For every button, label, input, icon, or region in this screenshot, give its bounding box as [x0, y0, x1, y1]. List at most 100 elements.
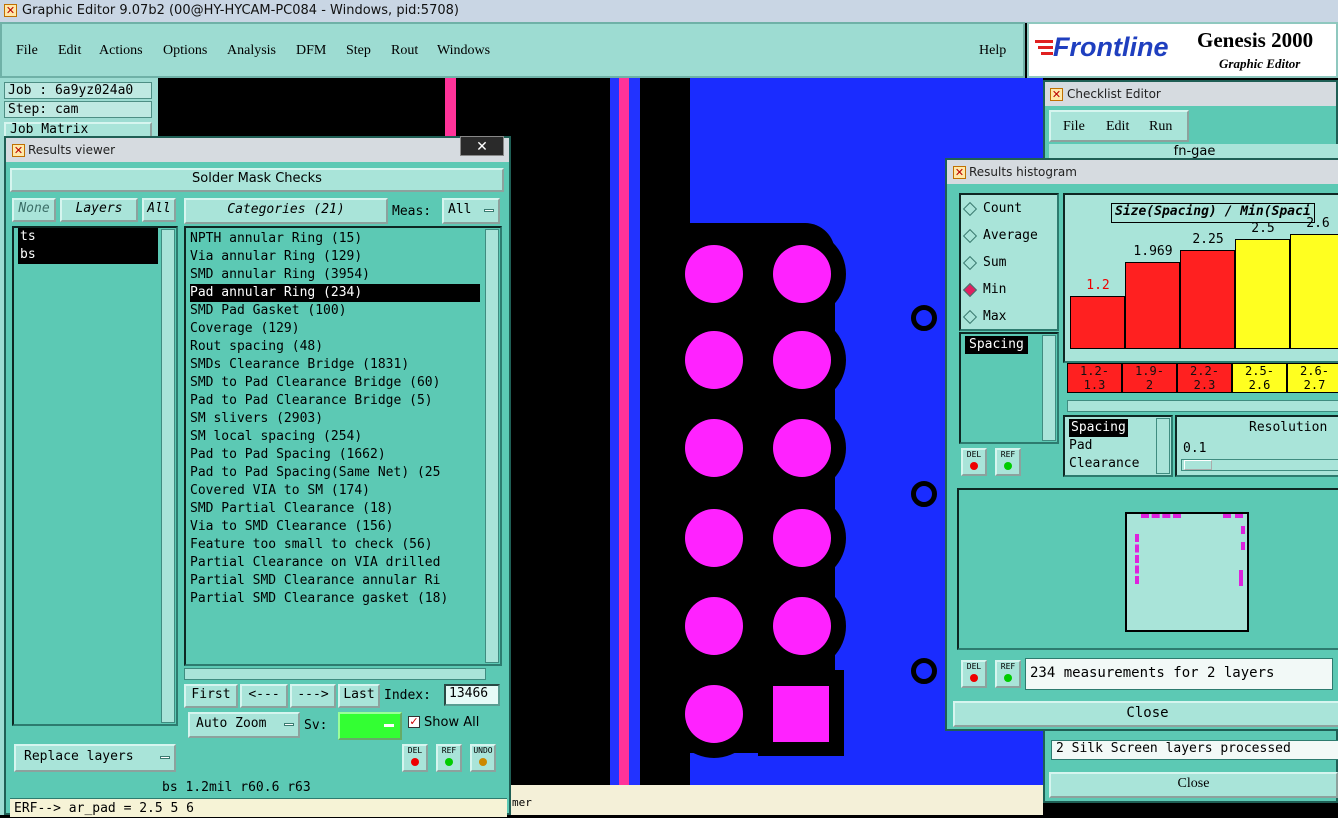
- pad[interactable]: [685, 597, 743, 655]
- option-average[interactable]: Average: [962, 228, 1038, 243]
- check-set-heading[interactable]: Solder Mask Checks: [10, 168, 504, 192]
- menu-dfm[interactable]: DFM: [296, 43, 326, 59]
- checklist-menu-file[interactable]: File: [1063, 119, 1085, 135]
- pad[interactable]: [685, 509, 743, 567]
- attribute-scrollbar-2[interactable]: [1156, 418, 1170, 474]
- menu-options[interactable]: Options: [163, 43, 207, 59]
- histogram-bar[interactable]: [1290, 234, 1338, 349]
- attribute-list[interactable]: Spacing: [959, 332, 1059, 444]
- menu-step[interactable]: Step: [346, 43, 371, 59]
- categories-scrollbar[interactable]: [485, 229, 499, 663]
- option-max[interactable]: Max: [962, 309, 1006, 324]
- layer-item-bs[interactable]: bs: [18, 246, 158, 264]
- del-button[interactable]: DEL: [402, 744, 428, 772]
- layer-item-ts[interactable]: ts: [18, 228, 158, 246]
- pad[interactable]: [773, 509, 831, 567]
- attribute-item[interactable]: Pad: [1069, 437, 1092, 455]
- meas-select[interactable]: All: [442, 198, 500, 224]
- category-item[interactable]: Rout spacing (48): [190, 338, 480, 356]
- pad[interactable]: [685, 245, 743, 303]
- category-item[interactable]: Via annular Ring (129): [190, 248, 480, 266]
- categories-list[interactable]: NPTH annular Ring (15) Via annular Ring (…: [184, 226, 502, 666]
- category-item[interactable]: SMD annular Ring (3954): [190, 266, 480, 284]
- menu-file[interactable]: File: [16, 43, 38, 59]
- attribute-item[interactable]: Clearance: [1069, 455, 1139, 473]
- square-pad[interactable]: [773, 686, 829, 742]
- category-item[interactable]: Pad to Pad Spacing(Same Net) (25: [190, 464, 480, 482]
- ref-button[interactable]: REF: [995, 660, 1021, 688]
- category-item[interactable]: Partial SMD Clearance gasket (18): [190, 590, 480, 608]
- pad[interactable]: [773, 331, 831, 389]
- none-button[interactable]: None: [12, 198, 56, 222]
- category-item[interactable]: Partial Clearance on VIA drilled: [190, 554, 480, 572]
- category-item[interactable]: Via to SMD Clearance (156): [190, 518, 480, 536]
- pad[interactable]: [773, 419, 831, 477]
- pad[interactable]: [773, 245, 831, 303]
- pad[interactable]: [685, 419, 743, 477]
- last-button[interactable]: Last: [338, 684, 380, 708]
- ref-button[interactable]: REF: [995, 448, 1021, 476]
- category-item[interactable]: SM slivers (2903): [190, 410, 480, 428]
- layer-list[interactable]: ts bs: [12, 226, 178, 726]
- attribute-item[interactable]: Spacing: [1069, 419, 1128, 437]
- category-item[interactable]: Coverage (129): [190, 320, 480, 338]
- category-item[interactable]: NPTH annular Ring (15): [190, 230, 480, 248]
- resolution-slider-thumb[interactable]: [1184, 460, 1212, 470]
- chart-scrollbar[interactable]: [1067, 400, 1338, 412]
- ref-button[interactable]: REF: [436, 744, 462, 772]
- checklist-menu-run[interactable]: Run: [1149, 119, 1172, 135]
- first-button[interactable]: First: [184, 684, 238, 708]
- pad[interactable]: [685, 685, 743, 743]
- category-item[interactable]: Partial SMD Clearance annular Ri: [190, 572, 480, 590]
- bin-label-start: 1.2-: [1080, 364, 1109, 378]
- del-button[interactable]: DEL: [961, 660, 987, 688]
- menu-actions[interactable]: Actions: [99, 43, 143, 59]
- next-button[interactable]: --->: [290, 684, 336, 708]
- checklist-menu-edit[interactable]: Edit: [1106, 119, 1129, 135]
- attribute-list-2[interactable]: Spacing Pad Clearance: [1063, 415, 1173, 477]
- auto-zoom-select[interactable]: Auto Zoom: [188, 712, 300, 738]
- categories-hscroll[interactable]: [184, 668, 486, 680]
- option-sum[interactable]: Sum: [962, 255, 1006, 270]
- category-item[interactable]: Covered VIA to SM (174): [190, 482, 480, 500]
- resolution-slider[interactable]: [1181, 459, 1338, 471]
- index-input[interactable]: 13466: [444, 684, 500, 706]
- pad[interactable]: [685, 331, 743, 389]
- all-layers-button[interactable]: All: [142, 198, 176, 222]
- menu-analysis[interactable]: Analysis: [227, 43, 276, 59]
- replace-layers-select[interactable]: Replace layers: [14, 744, 176, 772]
- histogram-bar[interactable]: [1070, 296, 1125, 349]
- pad[interactable]: [773, 597, 831, 655]
- sv-color-select[interactable]: [338, 712, 402, 740]
- histogram-close-button[interactable]: Close: [953, 701, 1338, 727]
- category-item[interactable]: SMDs Clearance Bridge (1831): [190, 356, 480, 374]
- category-item[interactable]: SMD Partial Clearance (18): [190, 500, 480, 518]
- checklist-close-button[interactable]: Close: [1049, 772, 1338, 798]
- del-button[interactable]: DEL: [961, 448, 987, 476]
- menu-help[interactable]: Help: [979, 43, 1006, 59]
- close-icon[interactable]: ✕: [460, 136, 504, 156]
- categories-button[interactable]: Categories (21): [184, 198, 388, 224]
- category-item[interactable]: SM local spacing (254): [190, 428, 480, 446]
- histogram-bar[interactable]: [1180, 250, 1235, 349]
- category-item[interactable]: SMD Pad Gasket (100): [190, 302, 480, 320]
- menu-edit[interactable]: Edit: [58, 43, 81, 59]
- layer-list-scrollbar[interactable]: [161, 229, 175, 723]
- prev-button[interactable]: <---: [240, 684, 288, 708]
- histogram-bar[interactable]: [1235, 239, 1290, 349]
- layers-button[interactable]: Layers: [60, 198, 138, 222]
- show-all-checkbox[interactable]: ✓: [408, 716, 420, 728]
- attribute-item[interactable]: Spacing: [965, 336, 1028, 354]
- category-item[interactable]: SMD to Pad Clearance Bridge (60): [190, 374, 480, 392]
- menu-rout[interactable]: Rout: [391, 43, 418, 59]
- histogram-bar[interactable]: [1125, 262, 1180, 349]
- option-min[interactable]: Min: [962, 282, 1006, 297]
- attribute-scrollbar[interactable]: [1042, 335, 1056, 441]
- category-item[interactable]: Pad to Pad Clearance Bridge (5): [190, 392, 480, 410]
- menu-windows[interactable]: Windows: [437, 43, 490, 59]
- category-item[interactable]: Pad to Pad Spacing (1662): [190, 446, 480, 464]
- category-item[interactable]: Feature too small to check (56): [190, 536, 480, 554]
- undo-button[interactable]: UNDO: [470, 744, 496, 772]
- category-item[interactable]: Pad annular Ring (234): [190, 284, 480, 302]
- option-count[interactable]: Count: [962, 201, 1022, 216]
